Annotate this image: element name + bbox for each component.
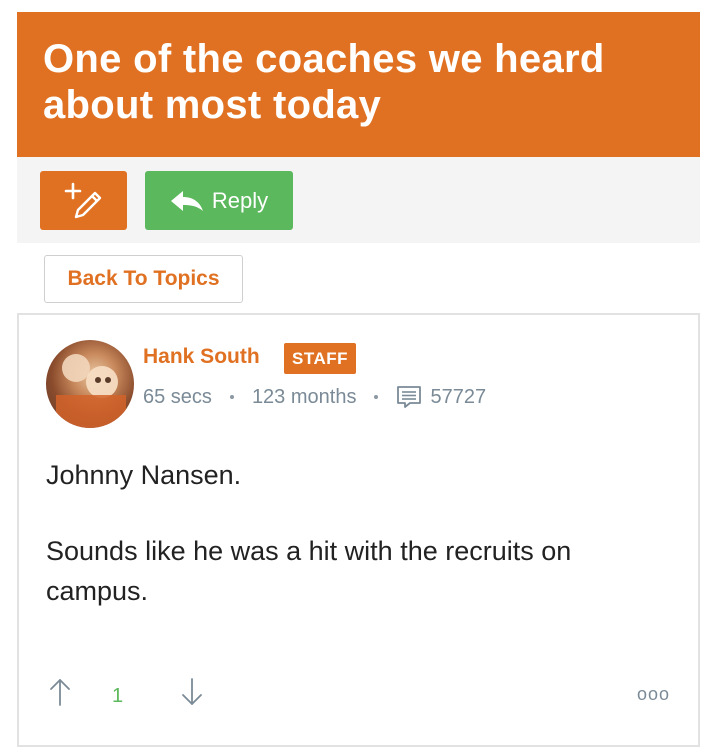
vote-count: 1 [112, 685, 124, 707]
topic-toolbar: Reply [17, 157, 700, 243]
avatar-photo [56, 354, 126, 428]
topic-header: One of the coaches we heard about most t… [17, 12, 700, 157]
downvote-arrow-icon[interactable] [181, 677, 203, 707]
post-meta: 65 secs 123 months 57727 [143, 385, 486, 409]
member-duration: 123 months [251, 385, 357, 408]
reply-button-label: Reply [211, 187, 269, 213]
more-options-button[interactable]: ooo [637, 684, 670, 705]
post-paragraph: Johnny Nansen. [46, 460, 242, 490]
upvote-arrow-icon[interactable] [49, 677, 71, 707]
post-card: Hank South STAFF 65 secs 123 months 5772… [17, 313, 700, 747]
staff-badge: STAFF [284, 343, 357, 374]
reply-button[interactable]: Reply [145, 171, 293, 230]
avatar[interactable] [46, 340, 134, 428]
post-time: 65 secs [143, 385, 212, 408]
message-icon [397, 386, 422, 408]
message-count: 57727 [430, 385, 487, 408]
author-name[interactable]: Hank South [143, 345, 260, 369]
reply-arrow-icon [170, 190, 203, 211]
topic-title: One of the coaches we heard about most t… [43, 37, 605, 127]
meta-separator [229, 395, 234, 399]
post-body: Johnny Nansen. Sounds like he was a hit … [46, 455, 666, 647]
post-paragraph: Sounds like he was a hit with the recrui… [46, 536, 572, 606]
meta-separator [374, 395, 379, 399]
pencil-plus-icon [64, 182, 101, 218]
back-to-topics-button[interactable]: Back To Topics [44, 255, 243, 303]
new-topic-button[interactable] [40, 171, 127, 230]
